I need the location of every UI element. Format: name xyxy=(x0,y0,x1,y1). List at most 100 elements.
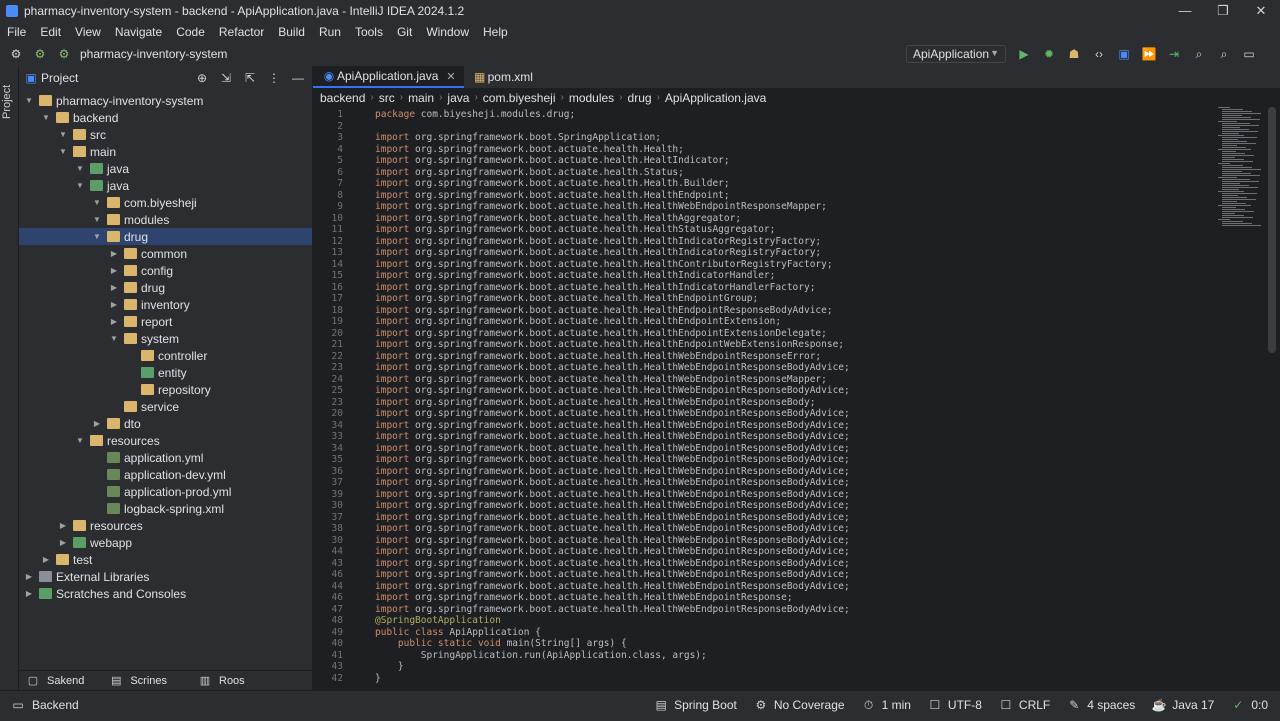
layout-icon[interactable]: ▭ xyxy=(1241,46,1257,62)
profiler-icon[interactable]: ▣ xyxy=(1116,46,1132,62)
code-minimap[interactable] xyxy=(1218,107,1266,237)
menu-build[interactable]: Build xyxy=(271,25,312,39)
tree-item[interactable]: ▼ main xyxy=(19,143,312,160)
options-icon[interactable]: ⋮ xyxy=(266,70,282,86)
tree-item[interactable]: ▶ test xyxy=(19,551,312,568)
chevron-right-icon[interactable]: ▶ xyxy=(57,538,69,547)
chevron-right-icon[interactable]: ▶ xyxy=(57,521,69,530)
tree-item[interactable]: ▶ report xyxy=(19,313,312,330)
status-indent[interactable]: ✎ 4 spaces xyxy=(1066,697,1135,713)
chevron-right-icon[interactable]: ▶ xyxy=(23,589,35,598)
menu-git[interactable]: Git xyxy=(390,25,419,39)
menu-refactor[interactable]: Refactor xyxy=(212,25,271,39)
chevron-down-icon[interactable]: ▼ xyxy=(74,436,86,445)
tree-item[interactable]: ▶ inventory xyxy=(19,296,312,313)
minimize-icon[interactable]: — xyxy=(1166,0,1204,22)
menu-window[interactable]: Window xyxy=(419,25,476,39)
chevron-down-icon[interactable]: ▼ xyxy=(57,130,69,139)
chevron-right-icon[interactable]: ▶ xyxy=(91,419,103,428)
chevron-down-icon[interactable]: ▼ xyxy=(23,96,35,105)
chevron-down-icon[interactable]: ▼ xyxy=(91,215,103,224)
search-icon[interactable]: ⌕ xyxy=(1191,46,1207,62)
locate-icon[interactable]: ⊕ xyxy=(194,70,210,86)
close-window-icon[interactable]: ✕ xyxy=(1242,0,1280,22)
chevron-right-icon[interactable]: ▶ xyxy=(108,266,120,275)
hamburger-tools-icon[interactable]: ⚙ xyxy=(8,46,24,62)
status-line-separator[interactable]: ☐ CRLF xyxy=(998,697,1051,713)
tree-item[interactable]: ▼ com.biyesheji xyxy=(19,194,312,211)
run-configuration-dropdown[interactable]: ApiApplication ▼ xyxy=(906,45,1006,63)
tree-item[interactable]: ▶ webapp xyxy=(19,534,312,551)
status-branch[interactable]: Backend xyxy=(32,691,79,719)
status-inspections[interactable]: ✓ 0:0 xyxy=(1230,697,1268,713)
bottom-tab-2[interactable]: Scrines xyxy=(130,675,167,687)
chevron-down-icon[interactable]: ▼ xyxy=(40,113,52,122)
tab-pom-xml[interactable]: ▦ pom.xml xyxy=(464,66,541,88)
tree-item[interactable]: ▶ drug xyxy=(19,279,312,296)
breadcrumb-item[interactable]: modules xyxy=(569,91,614,105)
tree-item[interactable]: ▼ pharmacy-inventory-system xyxy=(19,92,312,109)
chevron-down-icon[interactable]: ▼ xyxy=(57,147,69,156)
tree-item[interactable]: ▼ backend xyxy=(19,109,312,126)
expand-all-icon[interactable]: ⇲ xyxy=(218,70,234,86)
tree-item[interactable]: application-prod.yml xyxy=(19,483,312,500)
menu-run[interactable]: Run xyxy=(312,25,348,39)
step-icon[interactable]: ⇥ xyxy=(1166,46,1182,62)
project-name[interactable]: pharmacy-inventory-system xyxy=(80,47,227,61)
breadcrumb-item[interactable]: java xyxy=(447,91,469,105)
tree-item[interactable]: ▼ src xyxy=(19,126,312,143)
tree-item[interactable]: ▶ common xyxy=(19,245,312,262)
menu-help[interactable]: Help xyxy=(476,25,515,39)
tree-item[interactable]: entity xyxy=(19,364,312,381)
breadcrumb-item[interactable]: ApiApplication.java xyxy=(665,91,766,105)
chevron-right-icon[interactable]: ▶ xyxy=(40,555,52,564)
settings-gear-icon[interactable]: ⚙ xyxy=(32,46,48,62)
breadcrumb-item[interactable]: src xyxy=(379,91,395,105)
chevron-right-icon[interactable]: ▶ xyxy=(108,283,120,292)
editor-scrollbar[interactable] xyxy=(1268,107,1276,353)
chevron-down-icon[interactable]: ▼ xyxy=(91,232,103,241)
status-spring-boot[interactable]: ▤ Spring Boot xyxy=(653,697,736,713)
menu-tools[interactable]: Tools xyxy=(348,25,390,39)
chevron-right-icon[interactable]: ▶ xyxy=(108,317,120,326)
bottom-tab-3[interactable]: Roos xyxy=(219,675,245,687)
code-editor[interactable]: package com.biyesheji.modules.drug; impor… xyxy=(375,107,1215,687)
code-icon[interactable]: ‹› xyxy=(1091,46,1107,62)
tab-apiapplication-java[interactable]: ◉ ApiApplication.java ✕ xyxy=(313,66,464,88)
tree-item[interactable]: ▼ resources xyxy=(19,432,312,449)
menu-file[interactable]: File xyxy=(0,25,33,39)
tree-item[interactable]: ▼ drug xyxy=(19,228,312,245)
chevron-right-icon[interactable]: ▶ xyxy=(108,249,120,258)
collapse-all-icon[interactable]: ⇱ xyxy=(242,70,258,86)
close-tab-icon[interactable]: ✕ xyxy=(446,70,455,83)
menu-code[interactable]: Code xyxy=(169,25,212,39)
tree-item[interactable]: ▼ java xyxy=(19,160,312,177)
breadcrumb-item[interactable]: com.biyesheji xyxy=(483,91,556,105)
chevron-down-icon[interactable]: ▼ xyxy=(108,334,120,343)
tree-item[interactable]: controller xyxy=(19,347,312,364)
tree-item[interactable]: ▼ java xyxy=(19,177,312,194)
run-icon[interactable]: ▶ xyxy=(1016,46,1032,62)
breadcrumb-item[interactable]: backend xyxy=(320,91,365,105)
project-tool-window-button[interactable]: Project xyxy=(1,72,17,132)
menu-navigate[interactable]: Navigate xyxy=(108,25,169,39)
chevron-right-icon[interactable]: ▶ xyxy=(108,300,120,309)
debug-icon[interactable]: ✹ xyxy=(1041,46,1057,62)
hide-panel-icon[interactable]: — xyxy=(290,70,306,86)
bottom-tab-1[interactable]: Sakend xyxy=(47,675,84,687)
tree-item[interactable]: logback-spring.xml xyxy=(19,500,312,517)
maximize-icon[interactable]: ❐ xyxy=(1204,0,1242,22)
tree-item[interactable]: application.yml xyxy=(19,449,312,466)
tree-item[interactable]: ▶ config xyxy=(19,262,312,279)
menu-view[interactable]: View xyxy=(68,25,108,39)
tree-item[interactable]: ▶ dto xyxy=(19,415,312,432)
tree-item[interactable]: application-dev.yml xyxy=(19,466,312,483)
status-time[interactable]: ⏱ 1 min xyxy=(861,697,911,713)
tree-item[interactable]: repository xyxy=(19,381,312,398)
chevron-down-icon[interactable]: ▼ xyxy=(91,198,103,207)
status-coverage[interactable]: ⚙ No Coverage xyxy=(753,697,844,713)
chevron-right-icon[interactable]: ▶ xyxy=(23,572,35,581)
tree-item[interactable]: ▶ resources xyxy=(19,517,312,534)
coverage-icon[interactable]: ☗ xyxy=(1066,46,1082,62)
tree-item[interactable]: service xyxy=(19,398,312,415)
